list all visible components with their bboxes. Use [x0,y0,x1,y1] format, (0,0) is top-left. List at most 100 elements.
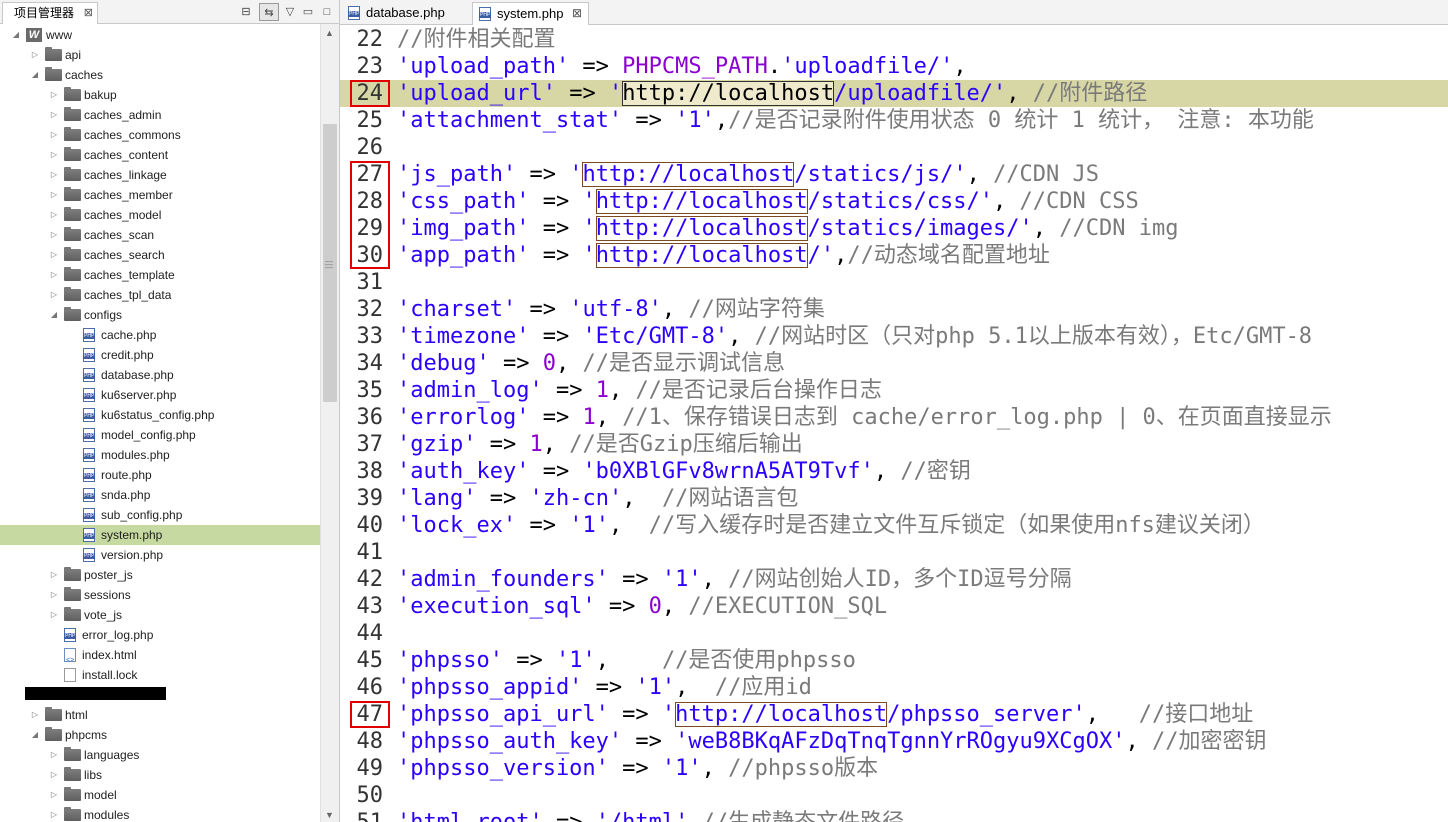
tree-item[interactable]: modules.php [0,445,320,465]
code-line[interactable]: 50 [340,782,1448,809]
code-line[interactable]: 36 'errorlog' => 1, //1、保存错误日志到 cache/err… [340,404,1448,431]
tree-item[interactable]: ▷ caches_commons [0,125,320,145]
code-line[interactable]: 39 'lang' => 'zh-cn', //网站语言包 [340,485,1448,512]
collapsed-arrow-icon[interactable]: ▷ [49,285,59,305]
code-line[interactable]: 44 [340,620,1448,647]
tree-item[interactable]: database.php [0,365,320,385]
collapsed-arrow-icon[interactable]: ▷ [49,125,59,145]
tree-item[interactable]: ▷ poster_js [0,565,320,585]
tree-item[interactable]: ▷ languages [0,745,320,765]
collapsed-arrow-icon[interactable]: ▷ [49,85,59,105]
tree-item[interactable]: ▷ caches_admin [0,105,320,125]
tree-item[interactable]: version.php [0,545,320,565]
tree-item[interactable]: ▷ api [0,45,320,65]
tree-scrollbar[interactable]: ▲ — — — ▼ [320,24,339,822]
expanded-arrow-icon[interactable]: ◢ [30,65,40,85]
code-line[interactable]: 37 'gzip' => 1, //是否Gzip压缩后输出 [340,431,1448,458]
tree-item[interactable]: snda.php [0,485,320,505]
code-line[interactable]: 32 'charset' => 'utf-8', //网站字符集 [340,296,1448,323]
collapsed-arrow-icon[interactable]: ▷ [30,45,40,65]
close-icon[interactable]: ⊠ [572,3,582,24]
tree-item[interactable]: ▷ caches_scan [0,225,320,245]
collapsed-arrow-icon[interactable]: ▷ [49,805,59,822]
code-line[interactable]: 42 'admin_founders' => '1', //网站创始人ID，多个I… [340,566,1448,593]
collapsed-arrow-icon[interactable]: ▷ [49,785,59,805]
scroll-down-arrow-icon[interactable]: ▼ [325,810,334,820]
collapsed-arrow-icon[interactable]: ▷ [49,605,59,625]
collapsed-arrow-icon[interactable]: ▷ [30,705,40,725]
tree-item[interactable]: ▷ caches_tpl_data [0,285,320,305]
collapsed-arrow-icon[interactable]: ▷ [49,165,59,185]
tree-item[interactable]: ▷ caches_template [0,265,320,285]
code-line[interactable]: 33 'timezone' => 'Etc/GMT-8', //网站时区（只对ph… [340,323,1448,350]
expanded-arrow-icon[interactable]: ◢ [11,25,21,45]
code-line[interactable]: 48 'phpsso_auth_key' => 'weB8BKqAFzDqTnqT… [340,728,1448,755]
collapsed-arrow-icon[interactable]: ▷ [49,565,59,585]
tree-item[interactable]: ▷ model [0,785,320,805]
tree-item[interactable]: error_log.php [0,625,320,645]
code-line[interactable]: 46 'phpsso_appid' => '1', //应用id [340,674,1448,701]
code-line[interactable]: 24'upload_url' => 'http://localhost/uplo… [340,80,1448,107]
code-line[interactable]: 40 'lock_ex' => '1', //写入缓存时是否建立文件互斥锁定（如果… [340,512,1448,539]
close-icon[interactable]: ⊠ [84,3,93,23]
code-line[interactable]: 51 'html_root' => '/html',//生成静态文件路径 [340,809,1448,822]
code-line[interactable]: 30 'app_path' => 'http://localhost/',//动态… [340,242,1448,269]
collapse-all-icon[interactable]: ⊟ [236,3,256,21]
tree-item[interactable]: ▷ vote_js [0,605,320,625]
tree-item[interactable]: ▷ html [0,705,320,725]
code-line[interactable]: 28 'css_path' => 'http://localhost/static… [340,188,1448,215]
code-line[interactable]: 23 'upload_path' => PHPCMS_PATH.'uploadfi… [340,53,1448,80]
minimize-icon[interactable]: ▭ [298,3,318,21]
collapsed-arrow-icon[interactable]: ▷ [49,765,59,785]
collapsed-arrow-icon[interactable]: ▷ [49,585,59,605]
collapsed-arrow-icon[interactable]: ▷ [49,245,59,265]
project-explorer-tab[interactable]: 项目管理器 ⊠ [2,2,98,24]
tree-item[interactable]: install.lock [0,665,320,685]
code-line[interactable]: 41 [340,539,1448,566]
code-line[interactable]: 31 [340,269,1448,296]
tree-item[interactable]: system.php [0,525,320,545]
tree-item[interactable]: ▷ caches_search [0,245,320,265]
tree-item[interactable]: ▷ libs [0,765,320,785]
scroll-up-arrow-icon[interactable]: ▲ [325,28,334,38]
tree-item[interactable]: ▷ caches_member [0,185,320,205]
code-line[interactable]: 26 [340,134,1448,161]
collapsed-arrow-icon[interactable]: ▷ [49,225,59,245]
collapsed-arrow-icon[interactable]: ▷ [49,265,59,285]
code-line[interactable]: 34 'debug' => 0, //是否显示调试信息 [340,350,1448,377]
collapsed-arrow-icon[interactable]: ▷ [49,105,59,125]
tree-item[interactable]: ▷ bakup [0,85,320,105]
tree-item[interactable]: model_config.php [0,425,320,445]
tab-database-php[interactable]: database.php [342,2,472,25]
code-line[interactable]: 29 'img_path' => 'http://localhost/static… [340,215,1448,242]
tree-item[interactable]: credit.php [0,345,320,365]
code-line[interactable]: 45 'phpsso' => '1', //是否使用phpsso [340,647,1448,674]
tree-item[interactable]: ku6status_config.php [0,405,320,425]
collapsed-arrow-icon[interactable]: ▷ [49,745,59,765]
tree-item[interactable]: ▷ caches_linkage [0,165,320,185]
tree-item[interactable]: ▷ caches_content [0,145,320,165]
collapsed-arrow-icon[interactable]: ▷ [49,145,59,165]
code-area[interactable]: 22 //附件相关配置 23 'upload_path' => PHPCMS_PATH… [340,25,1448,822]
code-line[interactable]: 49 'phpsso_version' => '1', //phpsso版本 [340,755,1448,782]
code-line[interactable]: 22 //附件相关配置 [340,26,1448,53]
link-with-editor-icon[interactable]: ⇆ [259,3,279,21]
code-line[interactable]: 27'js_path' => 'http://localhost/statics… [340,161,1448,188]
tree-item[interactable]: ▷ sessions [0,585,320,605]
tree-item[interactable]: cache.php [0,325,320,345]
tree-item[interactable]: ku6server.php [0,385,320,405]
tree-item[interactable]: route.php [0,465,320,485]
code-line[interactable]: 38 'auth_key' => 'b0XBlGFv8wrnA5AT9Tvf', … [340,458,1448,485]
tree-item[interactable]: ◢ configs [0,305,320,325]
tree-item[interactable]: ◢ Wwww [0,25,320,45]
code-line[interactable]: 35 'admin_log' => 1, //是否记录后台操作日志 [340,377,1448,404]
maximize-icon[interactable]: □ [317,3,337,21]
code-line[interactable]: 25 'attachment_stat' => '1',//是否记录附件使用状态 … [340,107,1448,134]
view-menu-icon[interactable]: ▽ [280,3,300,21]
collapsed-arrow-icon[interactable]: ▷ [49,205,59,225]
tree-item[interactable]: index.html [0,645,320,671]
code-line[interactable]: 47'phpsso_api_url' => 'http://localhost/… [340,701,1448,728]
tree-item[interactable]: ▷ caches_model [0,205,320,225]
tab-system-php[interactable]: system.php ⊠ [472,2,589,25]
tree-item[interactable]: ▷ modules [0,805,320,822]
